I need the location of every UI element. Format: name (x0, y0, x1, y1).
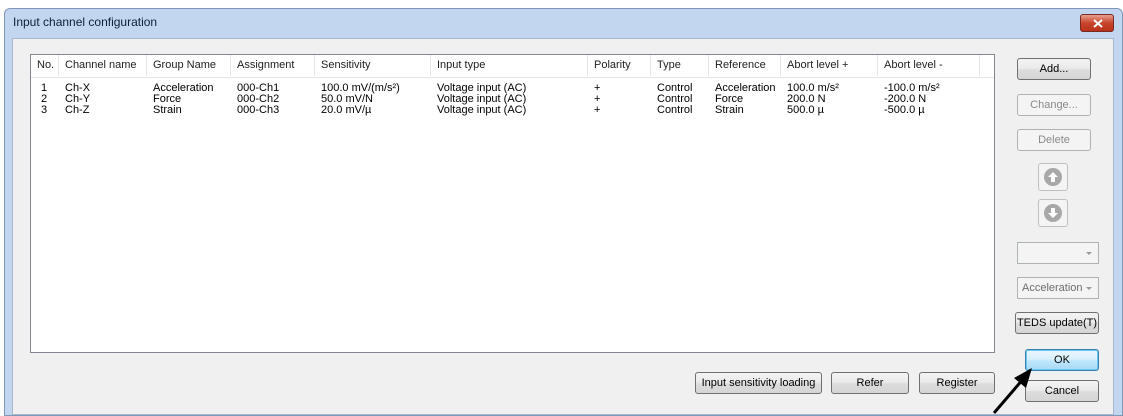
add-button[interactable]: Add... (1017, 58, 1091, 80)
channel-list[interactable]: No. Channel name Group Name Assignment S… (30, 54, 995, 353)
column-header[interactable]: Type (651, 55, 709, 76)
title-bar[interactable]: Input channel configuration (5, 9, 1122, 37)
reference-combo[interactable]: Acceleration (1017, 277, 1099, 299)
chevron-down-icon (1082, 280, 1096, 296)
column-header[interactable]: Abort level - (878, 55, 980, 76)
table-row[interactable]: 3 Ch-Z Strain 000-Ch3 20.0 mV/µ Voltage … (31, 105, 994, 116)
pointer-arrow-icon (992, 368, 1032, 414)
chevron-down-icon (1082, 245, 1096, 261)
refer-button[interactable]: Refer (831, 372, 909, 394)
cell-sensitivity: 20.0 mV/µ (321, 104, 372, 116)
move-up-button[interactable] (1038, 163, 1068, 191)
cell-polarity: + (594, 104, 601, 116)
input-sensitivity-loading-button[interactable]: Input sensitivity loading (695, 372, 822, 394)
dialog-client: No. Channel name Group Name Assignment S… (12, 38, 1114, 415)
close-button[interactable] (1080, 14, 1114, 32)
cell-channel-name: Ch-Z (65, 104, 90, 116)
cell-abort-minus: -500.0 µ (884, 104, 925, 116)
move-down-button[interactable] (1038, 199, 1068, 227)
column-header[interactable]: Polarity (588, 55, 651, 76)
cell-reference: Strain (715, 104, 744, 116)
channel-combo[interactable] (1017, 242, 1099, 264)
cell-abort-plus: 500.0 µ (787, 104, 824, 116)
cell-no: 3 (41, 104, 48, 116)
column-header[interactable]: Reference (709, 55, 781, 76)
close-icon (1093, 19, 1103, 28)
column-header[interactable]: No. (31, 55, 59, 76)
reference-combo-value: Acceleration (1022, 282, 1083, 294)
teds-update-button[interactable]: TEDS update(T) (1015, 312, 1099, 334)
column-header[interactable]: Group Name (147, 55, 231, 76)
dialog-window: Input channel configuration No. Channel … (4, 8, 1123, 416)
cell-input-type: Voltage input (AC) (437, 104, 527, 116)
column-header[interactable]: Sensitivity (315, 55, 431, 76)
arrow-up-icon (1044, 168, 1062, 186)
cell-assignment: 000-Ch3 (237, 104, 280, 116)
change-button[interactable]: Change... (1017, 94, 1091, 116)
list-header: No. Channel name Group Name Assignment S… (31, 55, 994, 78)
column-header[interactable]: Channel name (59, 55, 147, 76)
cell-type: Control (657, 104, 693, 116)
window-title: Input channel configuration (13, 15, 158, 29)
column-header[interactable]: Input type (431, 55, 588, 76)
arrow-down-icon (1044, 204, 1062, 222)
column-header[interactable]: Abort level + (781, 55, 878, 76)
column-header[interactable]: Assignment (231, 55, 315, 76)
cell-group-name: Strain (153, 104, 182, 116)
register-button[interactable]: Register (919, 372, 995, 394)
delete-button[interactable]: Delete (1017, 129, 1091, 151)
